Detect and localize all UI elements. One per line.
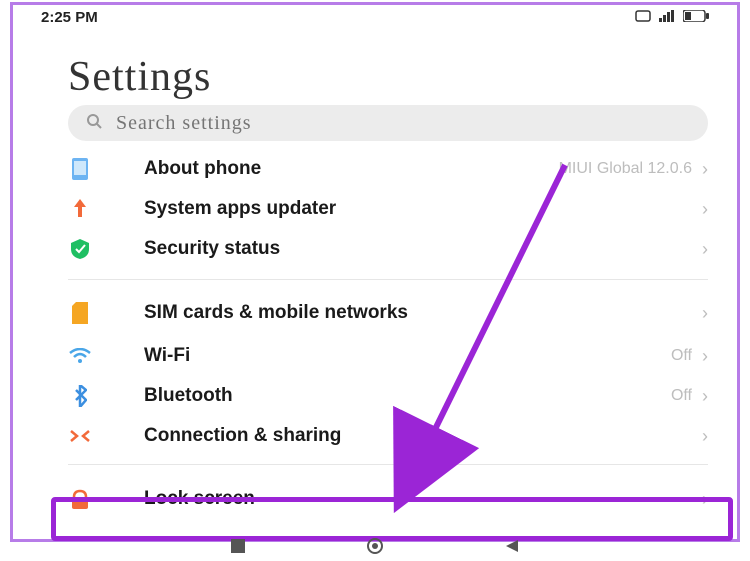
status-bar: 2:25 PM	[13, 5, 737, 29]
row-value: MIUI Global 12.0.6	[559, 160, 692, 178]
chevron-right-icon: ›	[702, 489, 708, 510]
settings-list: About phone MIUI Global 12.0.6 › System …	[68, 149, 708, 519]
row-label: Security status	[144, 239, 702, 259]
status-time: 2:25 PM	[41, 9, 98, 26]
chevron-right-icon: ›	[702, 346, 708, 367]
nav-home-icon[interactable]	[366, 537, 384, 560]
screenshot-frame: 2:25 PM Settings About phone MIUI Global…	[10, 2, 740, 542]
row-about-phone[interactable]: About phone MIUI Global 12.0.6 ›	[68, 149, 708, 189]
search-icon	[86, 113, 102, 134]
row-value: Off	[671, 347, 692, 365]
divider	[68, 464, 708, 465]
row-label: Lock screen	[144, 489, 702, 509]
row-value: Off	[671, 387, 692, 405]
row-label: SIM cards & mobile networks	[144, 303, 702, 323]
android-nav-bar	[0, 535, 750, 561]
row-security-status[interactable]: Security status ›	[68, 229, 708, 269]
connection-icon	[68, 427, 92, 445]
nav-back-icon[interactable]	[504, 538, 520, 559]
phone-icon	[68, 158, 92, 180]
alarm-icon	[635, 9, 651, 26]
row-sim-networks[interactable]: SIM cards & mobile networks ›	[68, 290, 708, 336]
row-lock-screen[interactable]: Lock screen ›	[68, 479, 708, 519]
row-label: System apps updater	[144, 199, 702, 219]
page-title: Settings	[68, 53, 211, 101]
wifi-icon	[68, 348, 92, 364]
row-label: Bluetooth	[144, 386, 671, 406]
updater-icon	[68, 199, 92, 219]
chevron-right-icon: ›	[702, 386, 708, 407]
row-label: Connection & sharing	[144, 426, 702, 446]
row-bluetooth[interactable]: Bluetooth Off ›	[68, 376, 708, 416]
search-input[interactable]	[116, 112, 690, 135]
row-label: About phone	[144, 159, 559, 179]
battery-icon	[683, 9, 709, 26]
lock-icon	[68, 489, 92, 509]
chevron-right-icon: ›	[702, 159, 708, 180]
chevron-right-icon: ›	[702, 239, 708, 260]
bluetooth-icon	[68, 385, 92, 407]
chevron-right-icon: ›	[702, 426, 708, 447]
row-wifi[interactable]: Wi-Fi Off ›	[68, 336, 708, 376]
divider	[68, 279, 708, 280]
row-system-apps-updater[interactable]: System apps updater ›	[68, 189, 708, 229]
chevron-right-icon: ›	[702, 199, 708, 220]
shield-icon	[68, 239, 92, 259]
row-label: Wi-Fi	[144, 346, 671, 366]
search-bar[interactable]	[68, 105, 708, 141]
chevron-right-icon: ›	[702, 303, 708, 324]
status-icons	[635, 9, 709, 26]
nav-recent-icon[interactable]	[230, 538, 246, 559]
row-connection-sharing[interactable]: Connection & sharing ›	[68, 416, 708, 456]
sim-icon	[68, 302, 92, 324]
signal-icon	[659, 9, 675, 26]
